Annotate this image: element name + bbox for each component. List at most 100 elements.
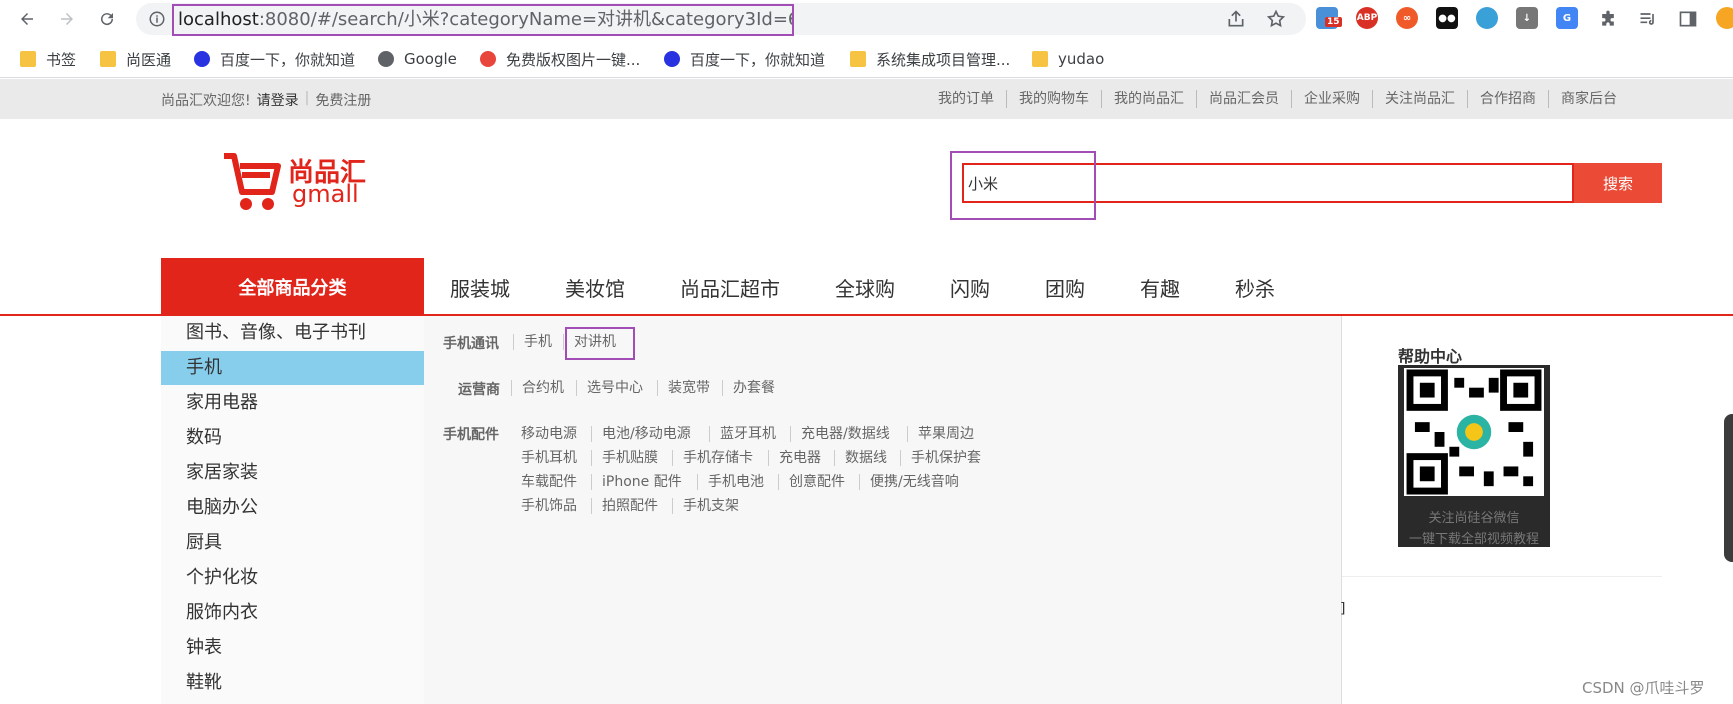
forward-button[interactable] (54, 6, 80, 32)
subcategory-link[interactable]: 手机保护套 (900, 450, 981, 466)
bookmark-label: yudao (1058, 50, 1105, 68)
bookmark-item[interactable]: 免费版权图片一键... (480, 49, 640, 69)
subcategory-link[interactable]: 手机 (513, 334, 552, 350)
folder-icon (850, 51, 866, 67)
folder-icon (1032, 51, 1048, 67)
folder-icon (100, 51, 116, 67)
subcategory-link[interactable]: 手机饰品 (521, 498, 577, 514)
subcategory-link[interactable]: 创意配件 (778, 474, 845, 490)
bookmark-label: 百度一下，你就知道 (690, 50, 826, 69)
subcategory-link[interactable]: 充电器 (768, 450, 821, 466)
watermark-text: CSDN @爪哇斗罗 (1582, 679, 1705, 697)
login-link[interactable]: 请登录 (257, 90, 299, 110)
topbar-link[interactable]: 企业采购 (1291, 90, 1372, 108)
all-categories-button[interactable]: 全部商品分类 (161, 258, 424, 315)
nav-item[interactable]: 服装城 (450, 273, 510, 302)
floating-side-widget[interactable] (1724, 414, 1733, 562)
bookmark-label: 百度一下，你就知道 (220, 50, 356, 69)
bookmark-item[interactable]: yudao (1032, 49, 1104, 69)
bookmark-label: Google (404, 50, 457, 68)
subcategory-link[interactable]: 移动电源 (521, 426, 577, 442)
topbar-link[interactable]: 我的订单 (926, 90, 1006, 108)
topbar-link[interactable]: 尚品汇会员 (1196, 90, 1291, 108)
subcategory-link[interactable]: 选号中心 (576, 380, 643, 396)
side-panel-icon[interactable] (1678, 9, 1698, 29)
category-item[interactable]: 服饰内衣 (161, 596, 424, 630)
subcategory-title[interactable]: 手机通讯 (443, 333, 499, 353)
nav-item[interactable]: 全球购 (835, 273, 895, 302)
subcategory-link[interactable]: 蓝牙耳机 (709, 426, 776, 442)
category-item[interactable]: 家用电器 (161, 386, 424, 420)
nav-item[interactable]: 秒杀 (1235, 273, 1275, 302)
category-item[interactable]: 数码 (161, 421, 424, 455)
subcategory-title[interactable]: 手机配件 (443, 424, 499, 444)
nav-item[interactable]: 有趣 (1140, 273, 1180, 302)
category-item[interactable]: 钟表 (161, 631, 424, 665)
share-icon[interactable] (1226, 9, 1246, 29)
url-text[interactable]: localhost:8080/#/search/小米?categoryName=… (172, 4, 794, 36)
bookmark-item[interactable]: 百度一下，你就知道 (194, 49, 355, 69)
puzzle-icon[interactable] (1598, 9, 1618, 29)
nav-item[interactable]: 闪购 (950, 273, 990, 302)
subcategory-link[interactable]: 手机耳机 (521, 450, 577, 466)
category-item[interactable]: 鞋靴 (161, 666, 424, 700)
profile-avatar-icon[interactable] (1716, 7, 1733, 29)
subcategory-link[interactable]: 拍照配件 (591, 498, 658, 514)
qr-caption: 一键下载全部视频教程 (1408, 532, 1539, 547)
nav-item[interactable]: 美妆馆 (565, 273, 625, 302)
bookmark-item[interactable]: Google (378, 49, 457, 69)
bookmark-label: 免费版权图片一键... (506, 50, 641, 69)
globe-extension-icon[interactable] (1476, 7, 1498, 29)
bookmark-item[interactable]: 尚医通 (100, 49, 171, 69)
topbar-link[interactable]: 我的购物车 (1006, 90, 1101, 108)
category-item[interactable]: 图书、音像、电子书刊 (161, 316, 424, 350)
translate-extension-icon[interactable]: G (1556, 7, 1578, 29)
infinity-extension-icon[interactable]: ∞ (1396, 7, 1418, 29)
adblock-icon[interactable]: ABP (1356, 7, 1378, 29)
bookmark-label: 系统集成项目管理... (876, 50, 1011, 69)
extension-grid-icon[interactable]: 15 (1316, 7, 1342, 29)
topbar-link[interactable]: 我的尚品汇 (1101, 90, 1196, 108)
subcategory-link[interactable]: 手机支架 (672, 498, 739, 514)
subcategory-link[interactable]: iPhone 配件 (591, 474, 682, 490)
download-extension-icon[interactable]: ↓ (1516, 7, 1538, 29)
topbar-link[interactable]: 关注尚品汇 (1372, 90, 1467, 108)
subcategory-link[interactable]: 装宽带 (657, 380, 710, 396)
nav-item[interactable]: 尚品汇超市 (680, 273, 780, 302)
nav-item[interactable]: 团购 (1045, 273, 1085, 302)
bookmark-item[interactable]: 百度一下，你就知道 (664, 49, 825, 69)
category-item[interactable]: 家居家装 (161, 456, 424, 490)
subcategory-link[interactable]: 苹果周边 (907, 426, 974, 442)
category-item[interactable]: 电脑办公 (161, 491, 424, 525)
topbar-link[interactable]: 合作招商 (1467, 90, 1548, 108)
subcategory-link[interactable]: 便携/无线音响 (859, 474, 959, 490)
subcategory-link[interactable]: 车载配件 (521, 474, 577, 490)
subcategory-link[interactable]: 充电器/数据线 (790, 426, 890, 442)
logo-text-en[interactable]: gmall (292, 180, 359, 208)
subcategory-link[interactable]: 办套餐 (722, 380, 775, 396)
main-nav: 服装城 美妆馆 尚品汇超市 全球购 闪购 团购 有趣 秒杀 (450, 273, 1330, 302)
subcategory-link[interactable]: 合约机 (511, 380, 564, 396)
subcategory-link[interactable]: 手机电池 (697, 474, 764, 490)
bookmark-item[interactable]: 系统集成项目管理... (850, 49, 1010, 69)
info-icon[interactable] (148, 10, 166, 28)
star-icon[interactable] (1266, 9, 1286, 29)
back-button[interactable] (14, 6, 40, 32)
subcategory-link[interactable]: 手机贴膜 (591, 450, 658, 466)
reading-list-icon[interactable] (1638, 9, 1658, 29)
category-item[interactable]: 厨具 (161, 526, 424, 560)
tampermonkey-icon[interactable]: ●● (1436, 7, 1458, 29)
bookmark-item[interactable]: 书签 (20, 49, 76, 69)
subcategory-title[interactable]: 运营商 (458, 379, 500, 399)
subcategory-link[interactable]: 电池/移动电源 (591, 426, 691, 442)
category-item[interactable]: 个护化妆 (161, 561, 424, 595)
subcategory-link[interactable]: 手机存储卡 (672, 450, 753, 466)
register-link[interactable]: 免费注册 (315, 90, 371, 110)
subcategory-link[interactable]: 数据线 (834, 450, 887, 466)
reload-button[interactable] (94, 6, 120, 32)
category-item-active[interactable]: 手机 (161, 351, 424, 385)
site-topbar: 尚品汇欢迎您! 请登录 | 免费注册 我的订单 我的购物车 我的尚品汇 尚品汇会… (0, 79, 1733, 119)
extension-badge: 15 (1325, 17, 1342, 27)
topbar-link[interactable]: 商家后台 (1548, 90, 1629, 108)
search-button[interactable]: 搜索 (1574, 163, 1662, 203)
